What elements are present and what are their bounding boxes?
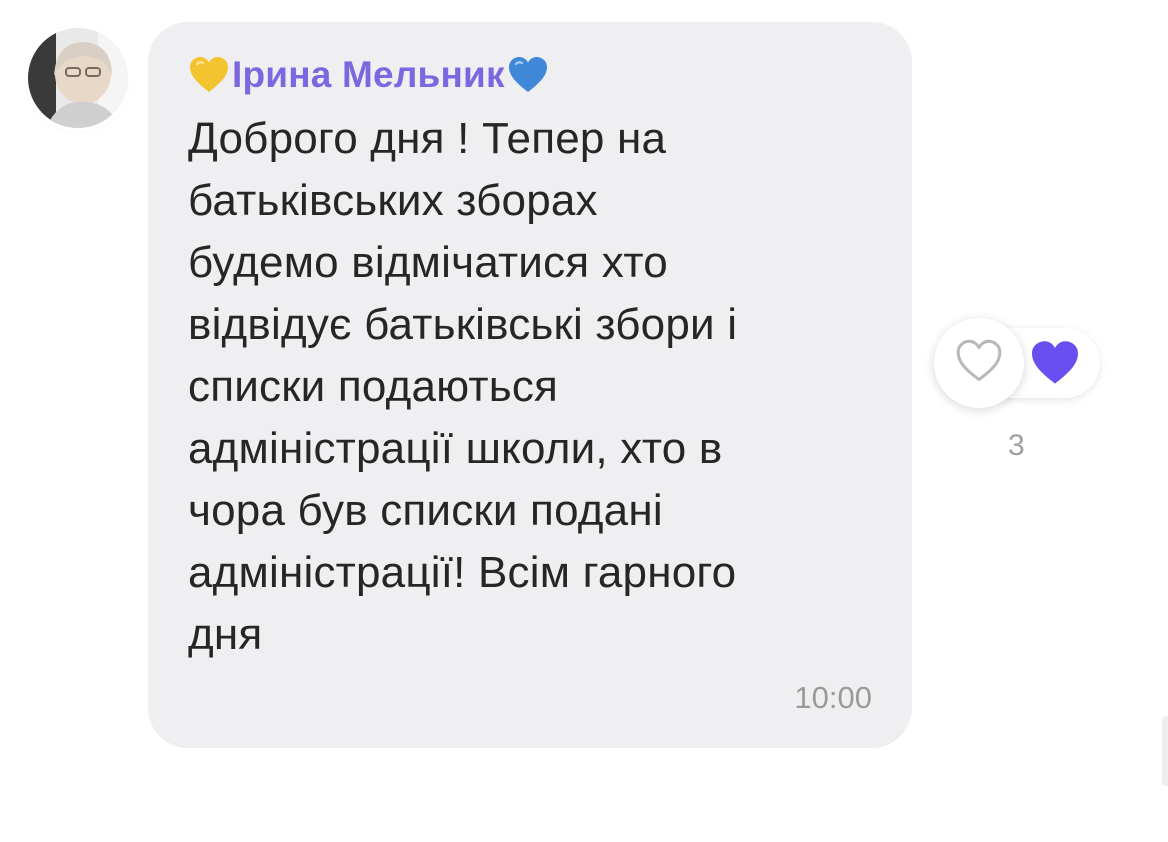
avatar-photo bbox=[28, 28, 128, 128]
yellow-heart-icon bbox=[188, 56, 230, 94]
purple-heart-icon[interactable] bbox=[1028, 340, 1082, 391]
message-sender[interactable]: Ірина Мельник bbox=[188, 52, 549, 98]
add-reaction-button[interactable] bbox=[934, 318, 1024, 408]
reaction-count[interactable]: 3 bbox=[1008, 428, 1025, 464]
message-text: Доброго дня ! Тепер на батьківських збор… bbox=[188, 114, 738, 659]
reactions-bar bbox=[932, 318, 1102, 408]
sender-name: Ірина Мельник bbox=[232, 54, 505, 95]
chat-view: Ірина Мельник Доброго дня ! Тепер на бат… bbox=[0, 0, 1168, 842]
adjacent-element-edge bbox=[1162, 716, 1168, 786]
message-time: 10:00 bbox=[794, 680, 872, 715]
sender-avatar[interactable] bbox=[28, 28, 128, 128]
heart-outline-icon bbox=[954, 339, 1004, 388]
blue-heart-icon bbox=[507, 56, 549, 94]
